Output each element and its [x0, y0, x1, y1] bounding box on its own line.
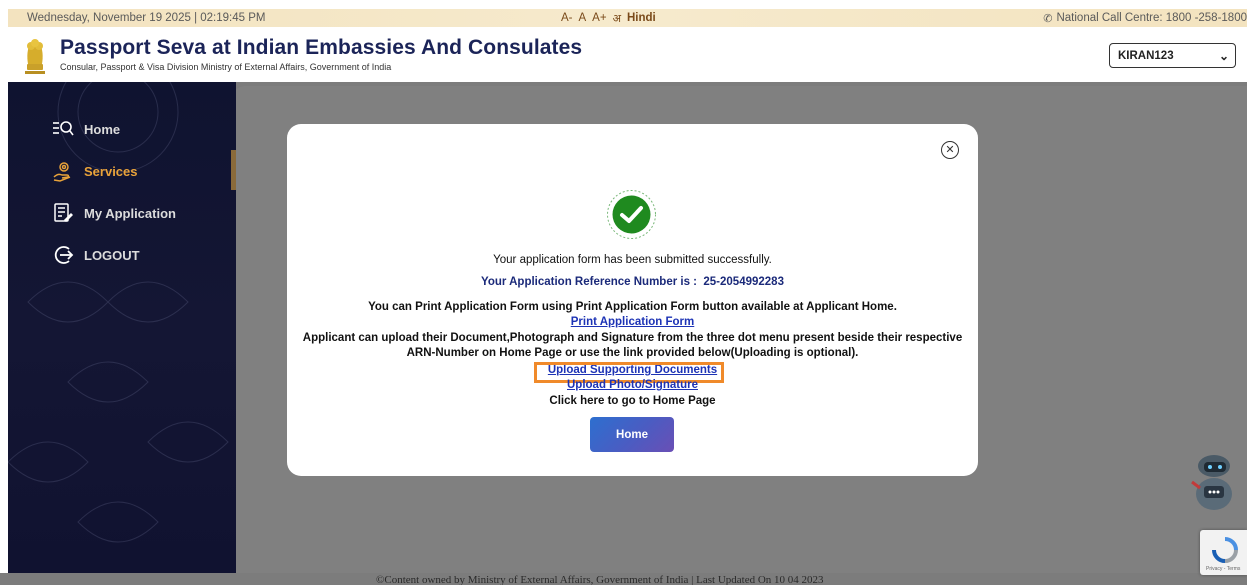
success-modal: ✕ Your application form has been submitt…	[287, 124, 978, 476]
sidebar-item-label: Services	[84, 163, 138, 179]
reference-label: Your Application Reference Number is :	[481, 276, 697, 288]
sidebar-item-label: LOGOUT	[84, 247, 140, 263]
top-info-bar: Wednesday, November 19 2025 | 02:19:45 P…	[8, 9, 1247, 27]
national-emblem-icon	[25, 39, 45, 74]
chatbot-icon[interactable]	[1180, 452, 1240, 516]
recaptcha-text: Privacy - Terms	[1206, 566, 1241, 572]
font-increase-button[interactable]: A+	[592, 12, 606, 24]
print-form-link-row: Print Application Form	[287, 316, 978, 328]
close-icon[interactable]: ✕	[941, 141, 959, 159]
call-centre: ✆ National Call Centre: 1800 -258-1800	[1043, 12, 1247, 25]
sidebar-item-label: Home	[84, 121, 121, 137]
search-list-icon	[52, 118, 74, 140]
home-button[interactable]: Home	[590, 417, 674, 452]
logout-icon	[52, 244, 74, 266]
sidebar-item-home[interactable]: Home	[8, 112, 236, 146]
upload-info-text-1: Applicant can upload their Document,Phot…	[302, 332, 963, 344]
active-indicator	[231, 150, 236, 190]
recaptcha-badge[interactable]: Privacy - Terms	[1200, 530, 1247, 575]
phone-icon: ✆	[1043, 12, 1053, 25]
font-size-controls: A- A A+ अ Hindi	[561, 11, 656, 26]
upload-photo-link-row: Upload Photo/Signature	[287, 379, 978, 391]
sidebar-item-label: My Application	[84, 205, 176, 221]
sidebar-item-services[interactable]: Services	[8, 154, 236, 188]
print-application-form-link[interactable]: Print Application Form	[571, 316, 695, 328]
reference-number: 25-2054992283	[703, 276, 784, 288]
current-datetime: Wednesday, November 19 2025 | 02:19:45 P…	[27, 12, 266, 24]
site-title: Passport Seva at Indian Embassies And Co…	[60, 36, 583, 59]
site-header: Passport Seva at Indian Embassies And Co…	[8, 27, 1247, 82]
chevron-down-icon: ⌄	[1218, 48, 1230, 63]
upload-info-text-2: ARN-Number on Home Page or use the link …	[406, 347, 859, 359]
font-normal-button[interactable]: A	[579, 12, 587, 24]
document-edit-icon	[52, 202, 74, 224]
sidebar: Home Services My Application LOGOUT	[8, 82, 236, 575]
hand-gear-icon	[52, 160, 74, 182]
reference-number-line: Your Application Reference Number is : 2…	[287, 276, 978, 288]
upload-photo-signature-link[interactable]: Upload Photo/Signature	[567, 379, 698, 391]
sidebar-item-logout[interactable]: LOGOUT	[8, 238, 236, 272]
sidebar-item-my-application[interactable]: My Application	[8, 196, 236, 230]
translate-icon[interactable]: अ	[613, 11, 621, 26]
site-subtitle: Consular, Passport & Visa Division Minis…	[60, 62, 392, 72]
user-dropdown[interactable]: KIRAN123 ⌄	[1109, 43, 1236, 68]
print-info-text: You can Print Application Form using Pri…	[368, 301, 897, 313]
user-dropdown-value: KIRAN123	[1118, 49, 1174, 62]
footer-text: ©Content owned by Ministry of External A…	[376, 574, 824, 585]
language-hindi-link[interactable]: Hindi	[627, 12, 656, 24]
success-check-icon	[607, 190, 656, 239]
recaptcha-icon	[1212, 537, 1238, 563]
home-page-text: Click here to go to Home Page	[549, 395, 716, 407]
font-decrease-button[interactable]: A-	[561, 12, 573, 24]
success-message: Your application form has been submitted…	[493, 254, 772, 266]
call-centre-text: National Call Centre: 1800 -258-1800	[1056, 12, 1247, 24]
